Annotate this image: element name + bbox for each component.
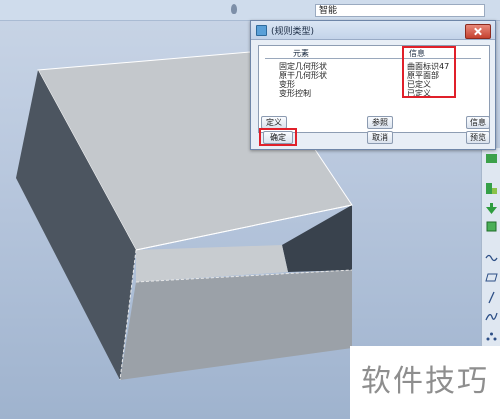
right-toolbar (481, 148, 500, 348)
arrow-down-icon[interactable] (485, 202, 498, 215)
dialog-titlebar[interactable]: (规则类型) (251, 21, 495, 40)
preview-button[interactable]: 预览 (466, 131, 490, 144)
rule-type-dialog: (规则类型) 元素 信息 固定几何形状 曲面标识47 原干几何形状 原平面部 变… (250, 20, 496, 150)
line-icon[interactable] (485, 291, 498, 304)
curve-icon[interactable] (485, 310, 498, 323)
green-stack-icon[interactable] (485, 182, 498, 195)
points-icon[interactable] (485, 330, 498, 343)
dialog-title: (规则类型) (271, 27, 315, 37)
parallelogram-icon[interactable] (485, 271, 498, 284)
info-highlight-box (402, 46, 456, 98)
list-item-name[interactable]: 变形控制 (279, 88, 311, 99)
close-button[interactable] (465, 24, 491, 39)
reference-button[interactable]: 参照 (367, 116, 393, 129)
ok-highlight-box (259, 128, 297, 146)
model-front-face (120, 270, 352, 380)
wave-icon[interactable] (485, 251, 498, 264)
green-cube-icon[interactable] (485, 220, 498, 233)
app-icon (256, 25, 267, 36)
watermark-text: 软件技巧 (361, 364, 489, 399)
green-shape-icon[interactable] (485, 152, 498, 165)
cancel-button[interactable]: 取消 (367, 131, 393, 144)
info-button[interactable]: 信息 (466, 116, 490, 129)
